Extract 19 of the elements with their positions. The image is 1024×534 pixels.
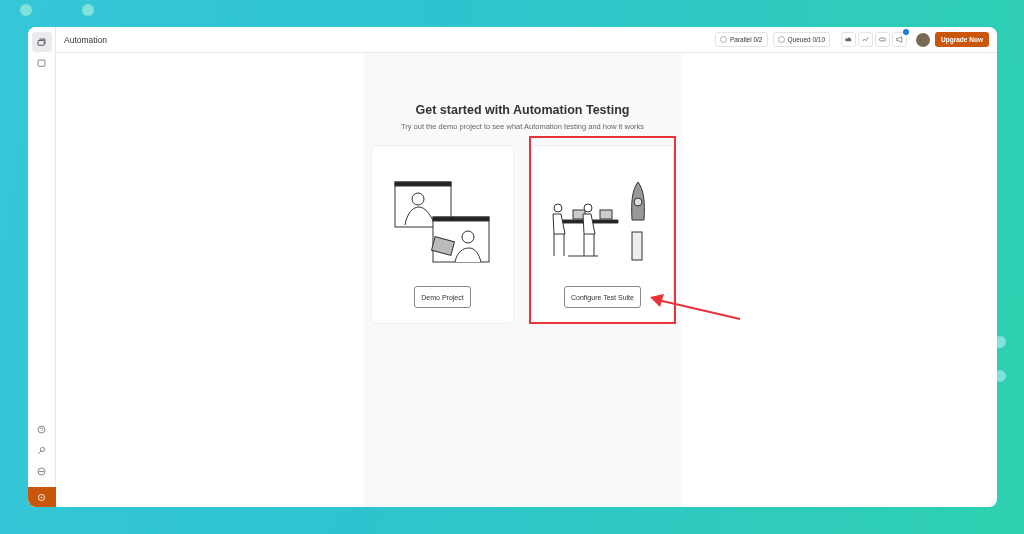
megaphone-icon	[895, 35, 905, 44]
chart-icon	[861, 35, 871, 44]
stack-icon	[36, 36, 47, 48]
page-title: Automation	[64, 34, 108, 45]
decor-dot	[20, 4, 32, 16]
globe-icon	[36, 465, 47, 477]
sidebar-item[interactable]	[31, 32, 52, 52]
link-icon	[878, 35, 888, 44]
help-icon	[36, 423, 47, 435]
main-title: Get started with Automation Testing	[415, 103, 630, 117]
toolbar-button[interactable]	[892, 32, 908, 47]
key-icon	[36, 444, 47, 456]
avatar[interactable]	[916, 32, 931, 47]
sidebar-footer-button[interactable]	[28, 487, 56, 507]
toolbar-button[interactable]	[841, 32, 857, 47]
chat-icon	[36, 57, 47, 69]
cloud-icon	[844, 35, 854, 44]
circle-icon	[36, 491, 47, 503]
decor-dot	[82, 4, 94, 16]
